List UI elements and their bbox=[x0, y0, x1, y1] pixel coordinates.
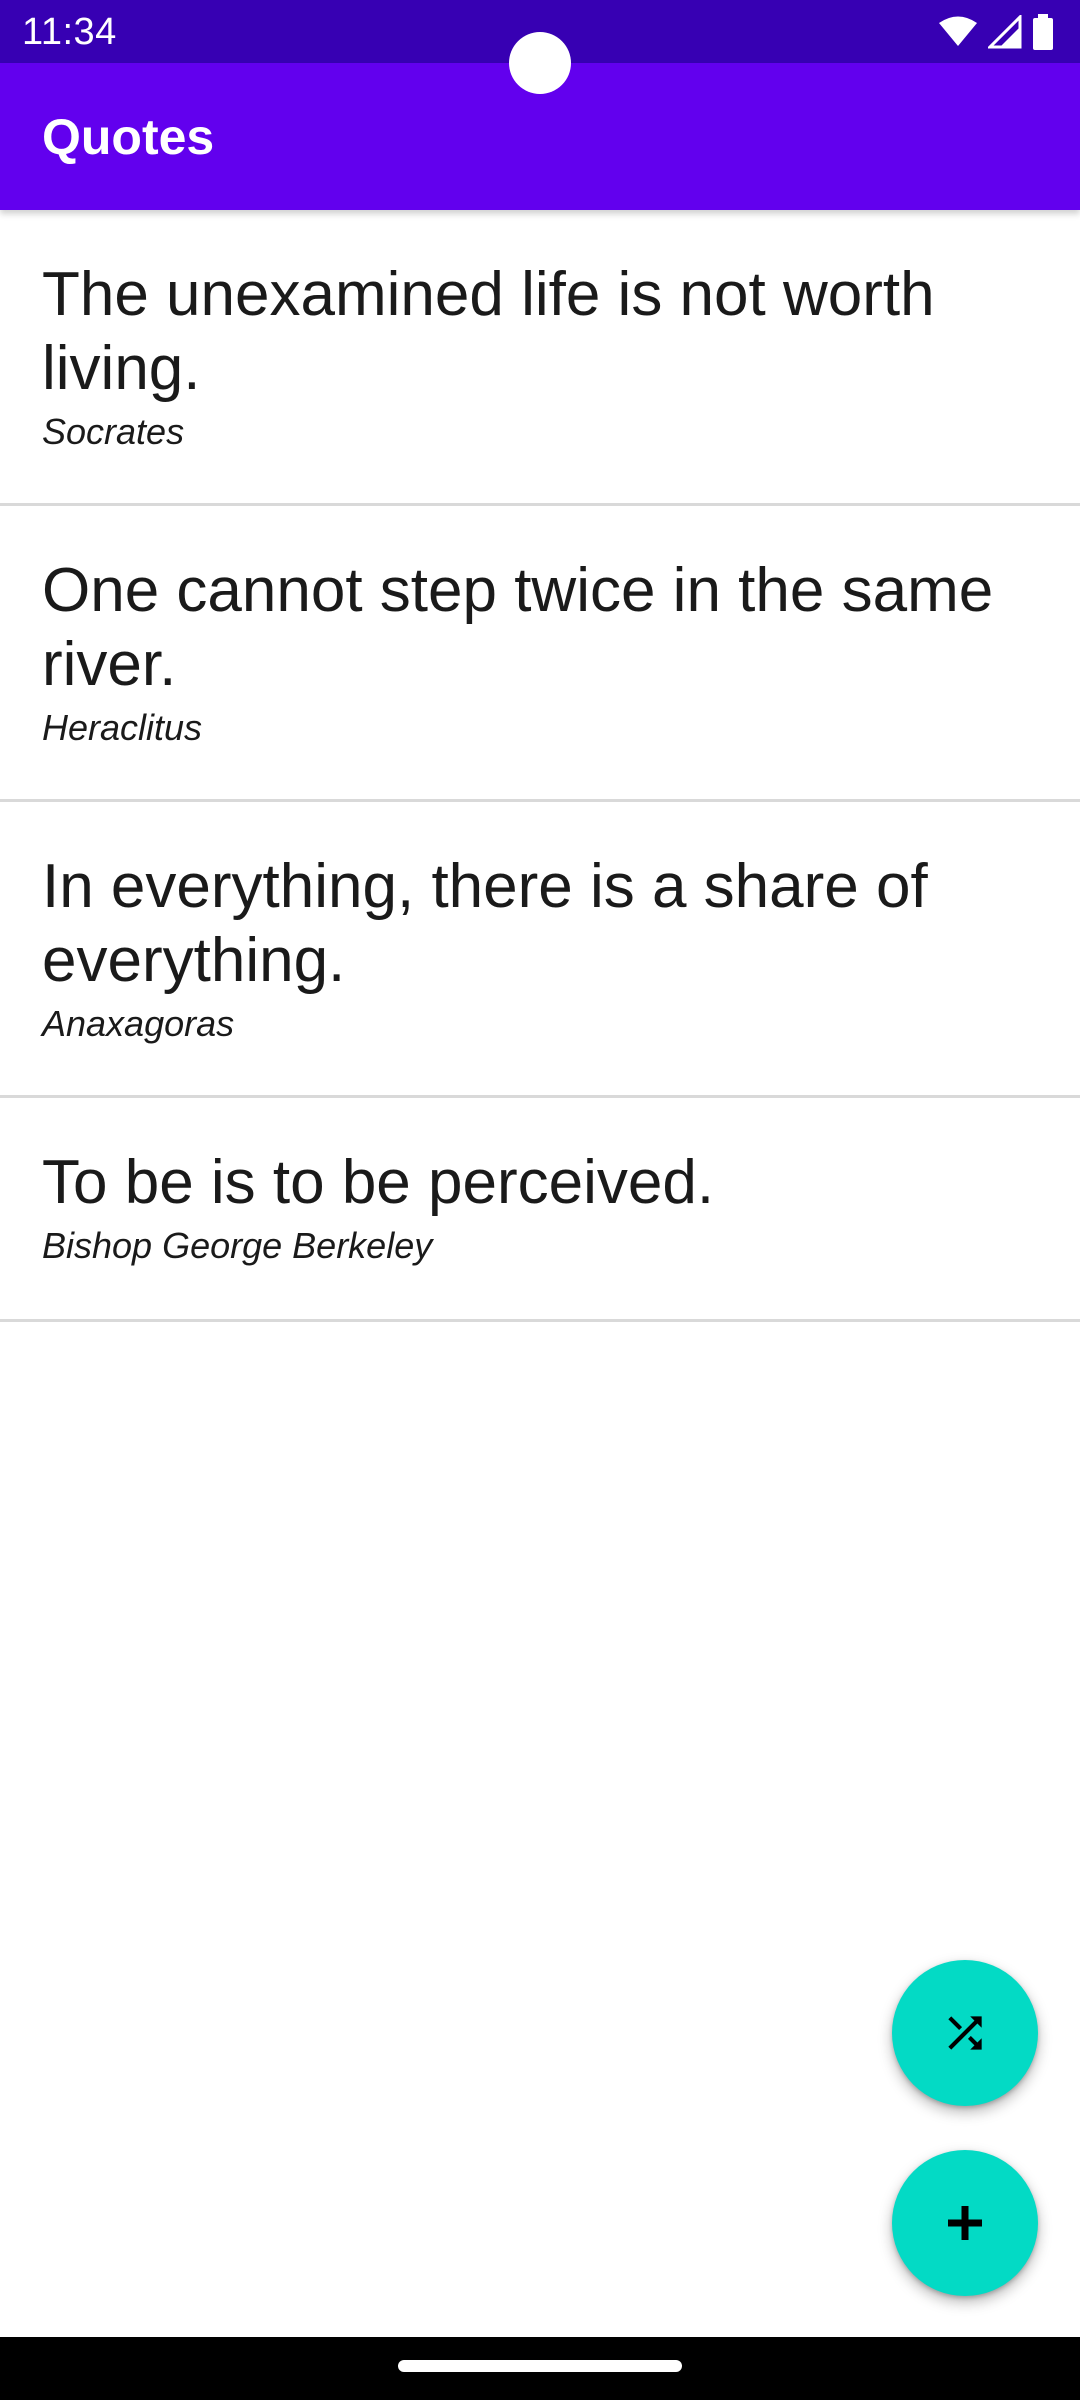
status-time: 11:34 bbox=[22, 11, 117, 53]
quote-text: One cannot step twice in the same river. bbox=[42, 556, 994, 699]
plus-icon bbox=[948, 2206, 982, 2240]
status-icons bbox=[938, 12, 1054, 52]
quote-text: In everything, there is a share of every… bbox=[42, 852, 928, 995]
quote-list: The unexamined life is not worth living.… bbox=[0, 210, 1080, 1322]
screen: 11:34 Quotes The unexamined life is not … bbox=[0, 0, 1080, 2400]
shuffle-icon bbox=[948, 2016, 982, 2050]
wifi-icon bbox=[939, 16, 977, 46]
quote-item[interactable]: The unexamined life is not worth living.… bbox=[0, 210, 1080, 506]
cellular-signal-icon bbox=[988, 15, 1022, 49]
quote-text: To be is to be perceived. bbox=[42, 1148, 715, 1217]
camera-cutout bbox=[509, 32, 571, 94]
home-indicator[interactable] bbox=[398, 2360, 682, 2372]
quote-item[interactable]: One cannot step twice in the same river.… bbox=[0, 506, 1080, 802]
add-quote-button[interactable] bbox=[892, 2150, 1038, 2296]
quote-author: Bishop George Berkeley bbox=[42, 1225, 433, 1266]
quote-author: Heraclitus bbox=[42, 707, 203, 748]
app-title: Quotes bbox=[42, 109, 215, 165]
battery-icon bbox=[1033, 14, 1053, 50]
quote-item[interactable]: To be is to be perceived. Bishop George … bbox=[0, 1098, 1080, 1322]
navigation-bar bbox=[0, 2337, 1080, 2400]
quote-author: Anaxagoras bbox=[42, 1003, 235, 1044]
quote-text: The unexamined life is not worth living. bbox=[42, 260, 935, 403]
quote-item[interactable]: In everything, there is a share of every… bbox=[0, 802, 1080, 1098]
quote-author: Socrates bbox=[42, 411, 185, 452]
shuffle-button[interactable] bbox=[892, 1960, 1038, 2106]
